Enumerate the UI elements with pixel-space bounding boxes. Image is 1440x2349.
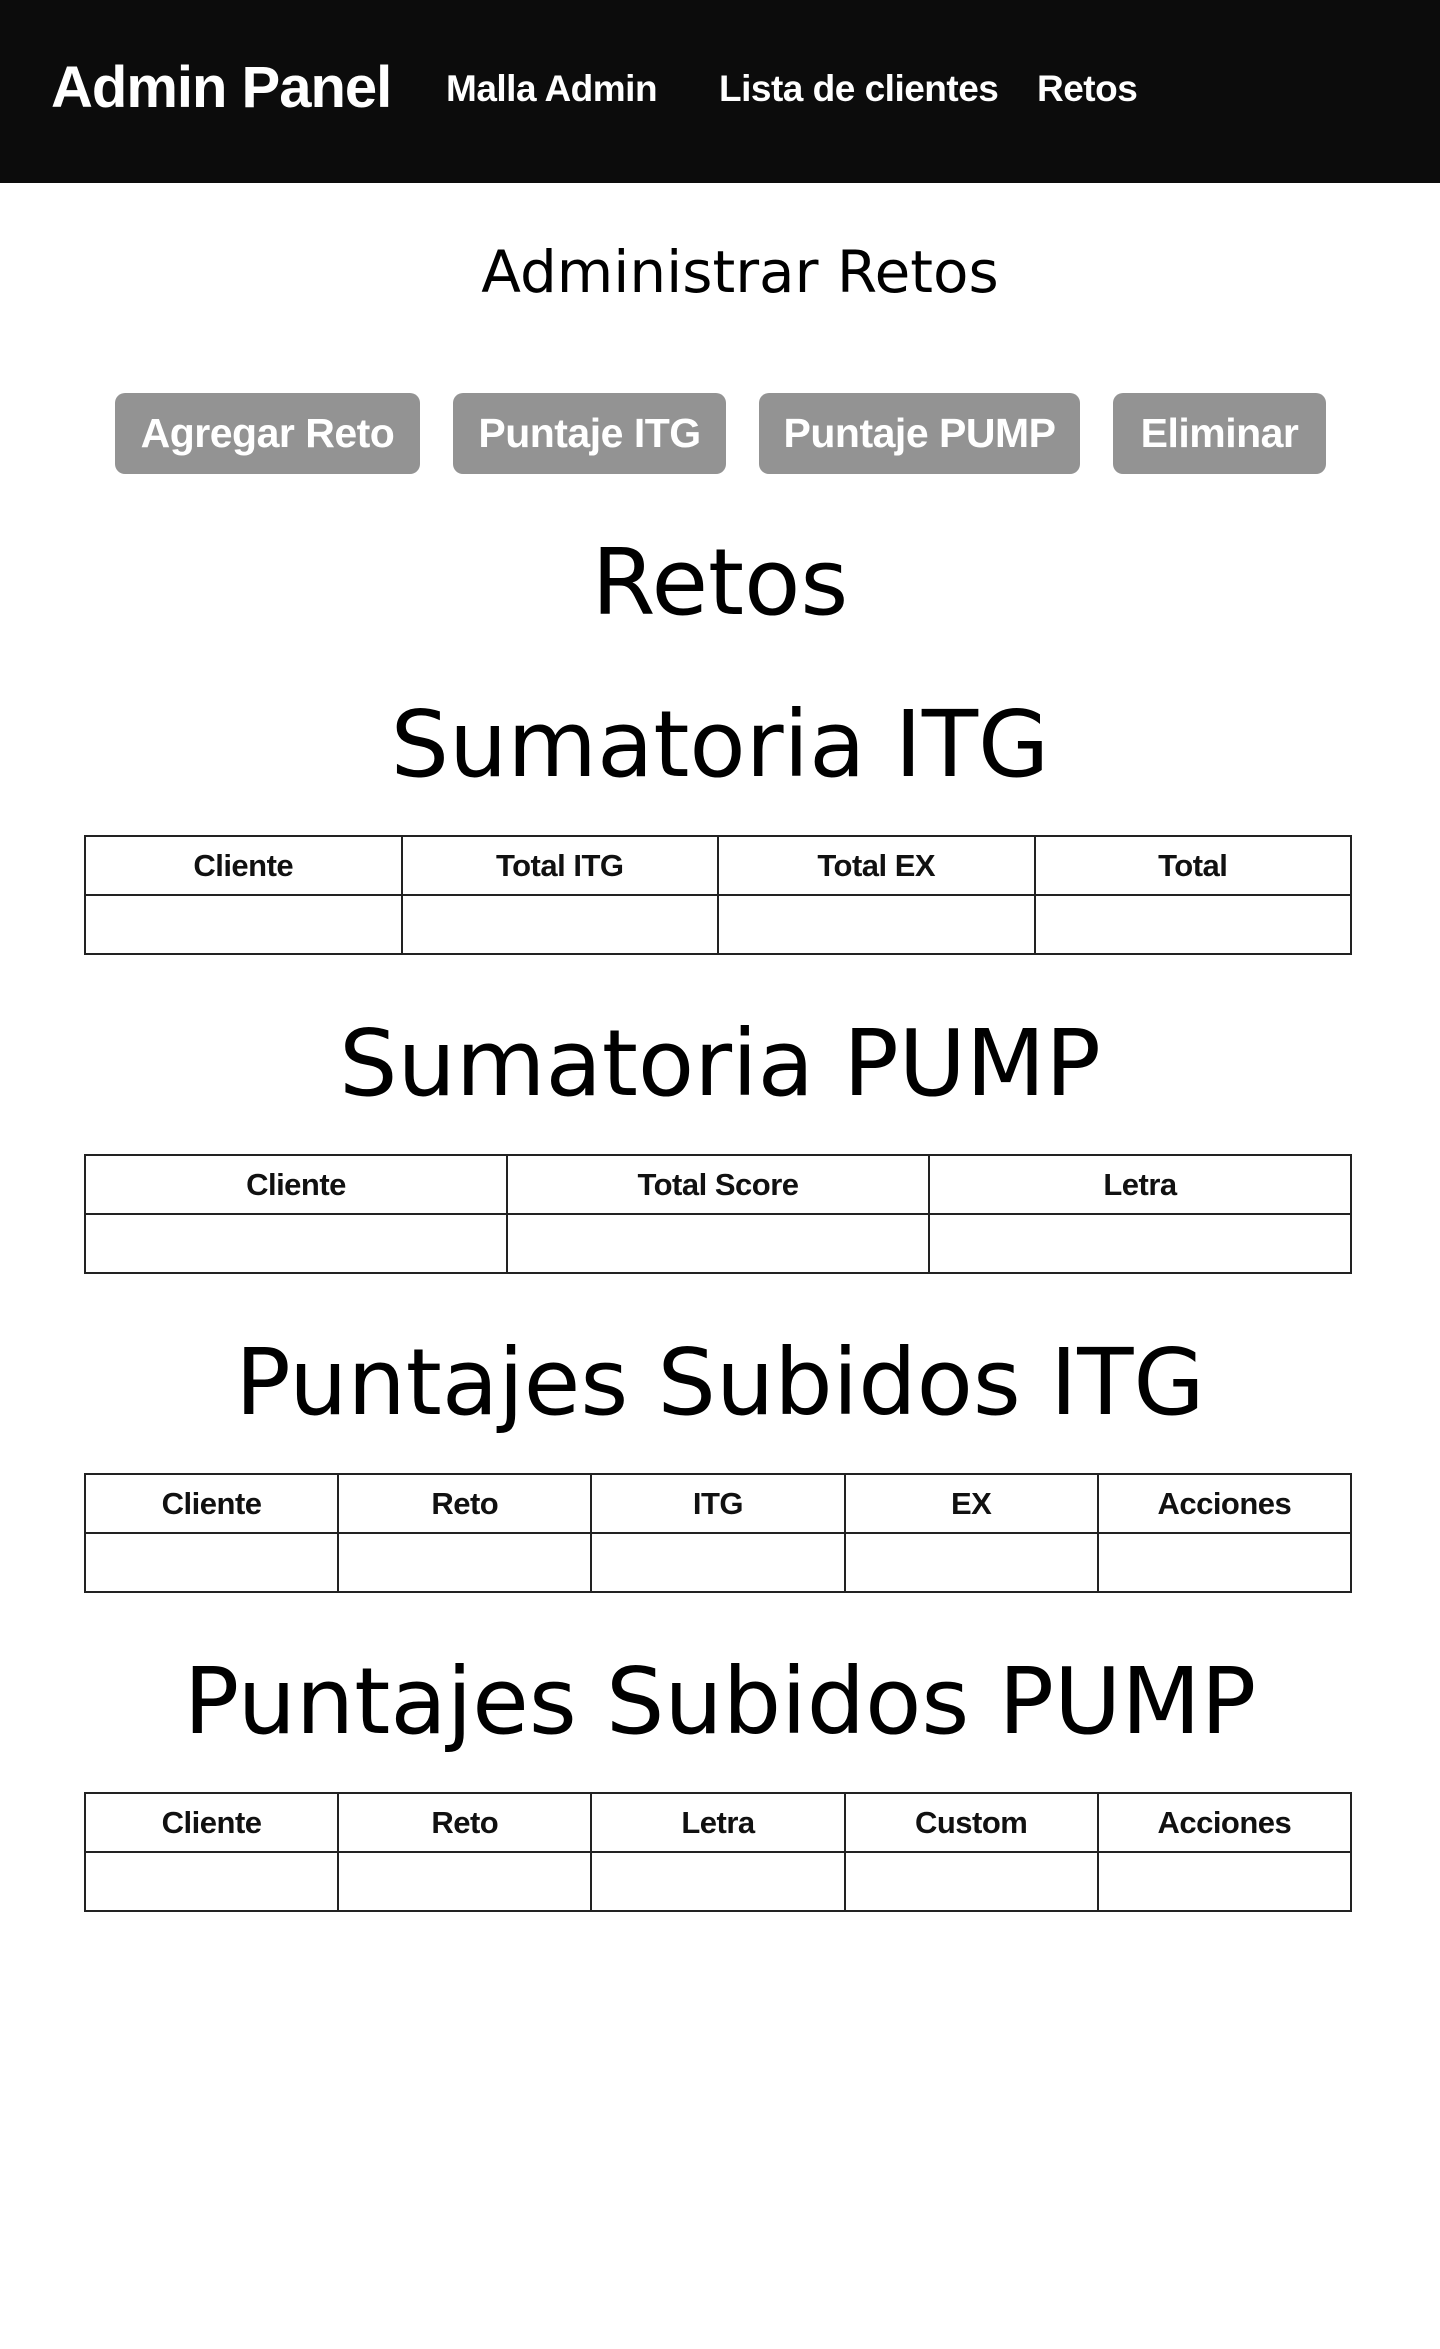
column-header-acciones: Acciones — [1096, 1473, 1353, 1534]
navbar: Admin Panel Malla Admin Lista de cliente… — [0, 0, 1440, 183]
table-header-row: Cliente Total ITG Total EX Total — [84, 835, 1352, 896]
column-header-custom: Custom — [843, 1792, 1099, 1853]
table-cell — [590, 1532, 846, 1593]
table-cell — [337, 1532, 593, 1593]
table-row — [84, 1213, 1352, 1274]
table-header-row: Cliente Total Score Letra — [84, 1154, 1352, 1215]
table-cell — [928, 1213, 1352, 1274]
nav-link-malla-admin[interactable]: Malla Admin — [446, 66, 658, 112]
puntaje-itg-button[interactable]: Puntaje ITG — [453, 393, 726, 474]
sumatoria-itg-table: Cliente Total ITG Total EX Total — [84, 835, 1352, 955]
puntaje-pump-button[interactable]: Puntaje PUMP — [759, 393, 1080, 474]
retos-heading: Retos — [591, 529, 849, 636]
column-header-cliente: Cliente — [84, 1154, 508, 1215]
table-cell — [1096, 1851, 1353, 1912]
table-cell — [337, 1851, 593, 1912]
table-row — [84, 894, 1352, 955]
puntajes-subidos-itg-title: Puntajes Subidos ITG — [235, 1329, 1205, 1436]
sumatoria-itg-title: Sumatoria ITG — [390, 691, 1050, 798]
table-row — [83, 1851, 1353, 1912]
table-row — [83, 1532, 1353, 1593]
column-header-total-score: Total Score — [506, 1154, 930, 1215]
brand-logo[interactable]: Admin Panel — [51, 52, 392, 124]
column-header-cliente: Cliente — [83, 1792, 340, 1853]
add-reto-button[interactable]: Agregar Reto — [115, 393, 420, 474]
column-header-total-ex: Total EX — [717, 835, 1036, 896]
puntajes-subidos-pump-title: Puntajes Subidos PUMP — [183, 1648, 1257, 1755]
nav-link-lista-clientes[interactable]: Lista de clientes — [719, 66, 999, 112]
puntajes-subidos-pump-table: Cliente Reto Letra Custom Acciones — [83, 1792, 1353, 1912]
table-cell — [84, 894, 403, 955]
column-header-cliente: Cliente — [83, 1473, 340, 1534]
sumatoria-pump-title: Sumatoria PUMP — [339, 1010, 1101, 1117]
column-header-reto: Reto — [337, 1792, 593, 1853]
table-cell — [84, 1213, 508, 1274]
table-cell — [1096, 1532, 1353, 1593]
table-header-row: Cliente Reto ITG EX Acciones — [83, 1473, 1353, 1534]
table-cell — [83, 1532, 340, 1593]
table-cell — [83, 1851, 340, 1912]
column-header-cliente: Cliente — [84, 835, 403, 896]
table-cell — [843, 1851, 1099, 1912]
delete-button[interactable]: Eliminar — [1113, 393, 1326, 474]
table-cell — [843, 1532, 1099, 1593]
table-cell — [400, 894, 719, 955]
column-header-reto: Reto — [337, 1473, 593, 1534]
table-cell — [590, 1851, 846, 1912]
column-header-letra: Letra — [928, 1154, 1352, 1215]
column-header-letra: Letra — [590, 1792, 846, 1853]
column-header-total: Total — [1033, 835, 1352, 896]
column-header-itg: ITG — [590, 1473, 846, 1534]
column-header-total-itg: Total ITG — [400, 835, 719, 896]
page-title: Administrar Retos — [481, 238, 999, 306]
puntajes-subidos-itg-table: Cliente Reto ITG EX Acciones — [83, 1473, 1353, 1593]
column-header-ex: EX — [843, 1473, 1099, 1534]
table-cell — [506, 1213, 930, 1274]
nav-link-retos[interactable]: Retos — [1037, 66, 1138, 112]
sumatoria-pump-table: Cliente Total Score Letra — [84, 1154, 1352, 1274]
table-cell — [717, 894, 1036, 955]
table-header-row: Cliente Reto Letra Custom Acciones — [83, 1792, 1353, 1853]
table-cell — [1033, 894, 1352, 955]
column-header-acciones: Acciones — [1096, 1792, 1353, 1853]
